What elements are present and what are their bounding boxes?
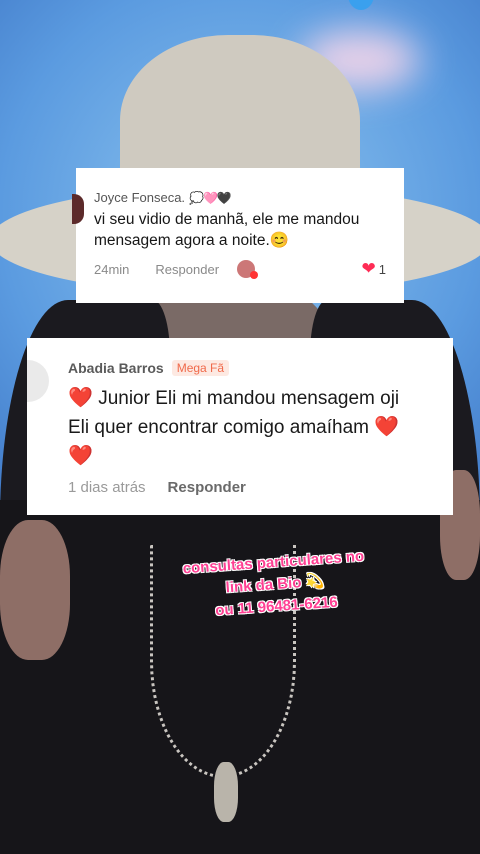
like-button[interactable]: ❤ 1 xyxy=(362,259,386,279)
author-name[interactable]: Joyce Fonseca. xyxy=(94,190,185,205)
reply-button[interactable]: Responder xyxy=(155,262,219,277)
author-emoji: 💭🩷🖤 xyxy=(189,190,232,205)
heart-icon: ❤ xyxy=(361,259,376,278)
creator-liked-avatar xyxy=(237,260,259,279)
fan-badge: Mega Fã xyxy=(171,360,230,376)
comment-time: 1 dias atrás xyxy=(68,479,146,496)
avatar[interactable] xyxy=(27,360,49,402)
hand-left xyxy=(0,520,70,660)
pendant xyxy=(214,762,238,822)
comment-line-1: Junior Eli mi mandou mensagem oji xyxy=(98,388,400,409)
reply-button[interactable]: Responder xyxy=(168,479,246,496)
comment-card-main: Abadia Barros Mega Fã ❤️ Junior Eli mi m… xyxy=(27,338,453,515)
comment-card-top: Joyce Fonseca. 💭🩷🖤 vi seu vidio de manhã… xyxy=(72,168,404,303)
comment-meta: 1 dias atrás Responder xyxy=(68,479,435,496)
comment-text: ❤️ Junior Eli mi mandou mensagem oji Eli… xyxy=(68,384,435,471)
heart-emoji: ❤️ xyxy=(374,416,400,438)
avatar[interactable] xyxy=(72,194,84,224)
comment-meta: 24min Responder ❤ 1 xyxy=(94,259,386,279)
author-name[interactable]: Abadia Barros xyxy=(68,360,164,376)
comment-text: vi seu vidio de manhã, ele me mandou men… xyxy=(94,211,360,249)
heart-emoji: ❤️ xyxy=(68,387,93,409)
comment-time: 24min xyxy=(94,261,130,277)
comment-author: Abadia Barros Mega Fã xyxy=(68,360,435,376)
like-count: 1 xyxy=(378,261,386,277)
heart-emoji: ❤️ xyxy=(68,445,93,467)
comment-line-2: Eli quer encontrar comigo amaíham xyxy=(68,417,369,438)
comment-author[interactable]: Joyce Fonseca. 💭🩷🖤 xyxy=(94,190,386,205)
balloon xyxy=(348,0,374,10)
